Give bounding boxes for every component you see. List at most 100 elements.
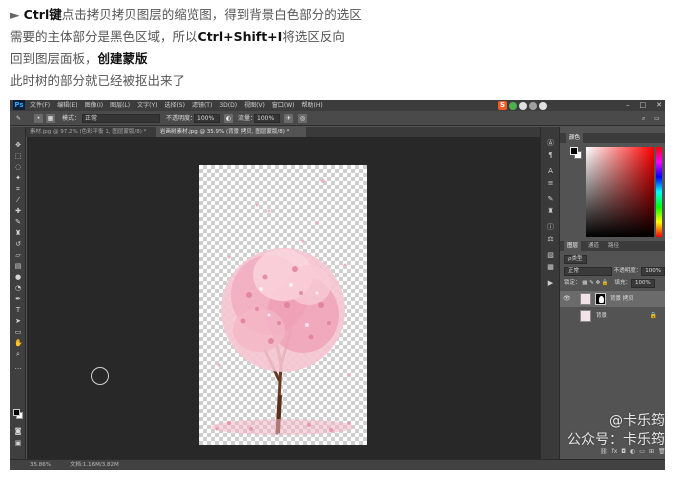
eyedropper-tool-icon[interactable]: ⁄: [14, 196, 22, 204]
sogou-ime-icon[interactable]: S: [498, 101, 507, 110]
opacity-input[interactable]: 100%: [194, 114, 220, 123]
brush-cursor-icon: [91, 367, 109, 385]
tab-layers[interactable]: 图层: [564, 241, 582, 251]
move-tool-icon[interactable]: ✥: [14, 141, 22, 149]
color-picker-field[interactable]: [586, 147, 654, 237]
watermark-account: 公众号：卡乐筠: [567, 432, 665, 448]
menu-3d[interactable]: 3D(D): [219, 100, 237, 111]
layer-thumbnail[interactable]: [580, 310, 591, 322]
shape-tool-icon[interactable]: ▭: [14, 328, 22, 336]
pressure-size-icon[interactable]: ◎: [298, 114, 307, 123]
layer-row[interactable]: 背景 🔒: [560, 308, 665, 324]
stamp-tool-icon[interactable]: ♜: [14, 229, 22, 237]
layer-mask-thumbnail[interactable]: [595, 293, 606, 305]
lasso-tool-icon[interactable]: ◌: [14, 163, 22, 171]
healing-tool-icon[interactable]: ✚: [14, 207, 22, 215]
menu-filter[interactable]: 滤镜(T): [192, 100, 212, 111]
ime-settings-icon[interactable]: [539, 101, 547, 110]
layer-name: 背景: [596, 313, 608, 319]
mode-select[interactable]: 正常: [82, 114, 160, 123]
instruction-line-3: 回到图层面板，创建蒙版: [10, 48, 670, 70]
layer-kind-filter[interactable]: ρ类型: [564, 255, 587, 264]
hue-slider[interactable]: [656, 147, 662, 237]
pen-tool-icon[interactable]: ✒: [14, 295, 22, 303]
lock-icons[interactable]: ▦ ✎ ✥ 🔒: [582, 280, 609, 286]
close-button[interactable]: ✕: [656, 100, 662, 111]
blur-tool-icon[interactable]: ●: [14, 273, 22, 281]
layer-opacity-input[interactable]: 100%: [641, 267, 665, 276]
type-tool-icon[interactable]: T: [14, 306, 22, 314]
brush-preset-icon[interactable]: •: [34, 114, 43, 123]
menu-file[interactable]: 文件(F): [30, 100, 50, 111]
visibility-eye-icon[interactable]: 👁: [563, 295, 571, 302]
hand-tool-icon[interactable]: ✋: [14, 339, 23, 347]
paragraph-panel-icon[interactable]: ≡: [546, 179, 555, 188]
instruction-line-4: 此时树的部分就已经被抠出来了: [10, 70, 670, 92]
ime-keyboard-icon[interactable]: [529, 101, 537, 110]
menu-window[interactable]: 窗口(W): [272, 100, 295, 111]
canvas-workspace[interactable]: [27, 137, 540, 459]
timeline-panel-icon[interactable]: ▶: [546, 279, 555, 288]
tab-document-2[interactable]: 岩画树素材.jpg @ 35.9% (背景 拷贝, 图层蒙版/8) *: [156, 127, 306, 137]
character-panel-icon[interactable]: A: [546, 167, 555, 176]
brush-tool-icon[interactable]: ✎: [16, 114, 21, 123]
document-canvas[interactable]: [199, 165, 367, 445]
airbrush-icon[interactable]: ✈: [284, 114, 293, 123]
ime-toolbar[interactable]: S: [498, 101, 558, 110]
gradient-tool-icon[interactable]: ▤: [14, 262, 22, 270]
actions-panel-icon[interactable]: ¶: [546, 151, 555, 160]
clone-source-icon[interactable]: ♜: [546, 207, 555, 216]
fill-input[interactable]: 100%: [631, 279, 655, 288]
quick-mask-icon[interactable]: ◙: [14, 427, 22, 435]
swatches-panel-icon[interactable]: ▦: [546, 263, 555, 272]
brush-tool-icon[interactable]: ✎: [14, 218, 22, 226]
menu-help[interactable]: 帮助(H): [302, 100, 323, 111]
screen-mode-icon[interactable]: ▣: [14, 439, 22, 447]
watermark-handle: @卡乐筠: [609, 413, 665, 429]
layer-thumbnail[interactable]: [580, 293, 591, 305]
zoom-level[interactable]: 35.86%: [30, 460, 51, 470]
flow-input[interactable]: 100%: [254, 114, 280, 123]
brush-settings-icon[interactable]: ✎: [546, 195, 555, 204]
adjustments-panel-icon[interactable]: ⚖: [546, 235, 555, 244]
tab-paths[interactable]: 路径: [608, 241, 619, 251]
more-tools-icon[interactable]: …: [14, 363, 22, 371]
dodge-tool-icon[interactable]: ◔: [14, 284, 22, 292]
watermark: @卡乐筠 公众号：卡乐筠: [493, 412, 665, 450]
workspace-icon[interactable]: ▭: [654, 114, 660, 123]
minimize-button[interactable]: –: [626, 100, 630, 111]
pressure-opacity-icon[interactable]: ◐: [224, 114, 233, 123]
eraser-tool-icon[interactable]: ▱: [14, 251, 22, 259]
layer-row[interactable]: 👁 背景 拷贝: [560, 291, 665, 307]
shortcut-text: Ctrl+Shift+I: [197, 29, 283, 44]
marquee-tool-icon[interactable]: ⬚: [14, 152, 22, 160]
crop-tool-icon[interactable]: ⌗: [14, 185, 22, 193]
styles-panel-icon[interactable]: ▧: [546, 251, 555, 260]
foreground-color-swatch[interactable]: [13, 409, 20, 416]
zoom-tool-icon[interactable]: ⌕: [14, 350, 22, 358]
brush-panel-icon[interactable]: ▦: [46, 114, 55, 123]
properties-panel-icon[interactable]: ⓘ: [546, 223, 555, 232]
layer-name: 背景 拷贝: [610, 296, 634, 302]
path-select-tool-icon[interactable]: ➤: [14, 317, 22, 325]
history-brush-tool-icon[interactable]: ↺: [14, 240, 22, 248]
quick-select-tool-icon[interactable]: ✦: [14, 174, 22, 182]
menu-type[interactable]: 文字(Y): [137, 100, 157, 111]
tab-color[interactable]: 颜色: [566, 133, 584, 143]
lock-icon: 🔒: [649, 312, 657, 319]
search-icon[interactable]: ⌕: [642, 114, 645, 123]
ime-mode-icon[interactable]: [509, 101, 517, 110]
menu-image[interactable]: 图像(I): [85, 100, 103, 111]
tab-channels[interactable]: 通道: [588, 241, 599, 251]
history-panel-icon[interactable]: Ⓐ: [546, 139, 555, 148]
menu-edit[interactable]: 编辑(E): [57, 100, 77, 111]
blend-mode-select[interactable]: 正常: [564, 267, 612, 276]
window-controls: – □ ✕: [626, 100, 662, 111]
maximize-button[interactable]: □: [640, 100, 647, 111]
color-panel-foreground-swatch[interactable]: [570, 147, 578, 155]
tab-document-1[interactable]: 素材.jpg @ 97.2% (色彩平衡 1, 图层蒙版/8) *: [26, 127, 154, 137]
menu-layer[interactable]: 图层(L): [110, 100, 130, 111]
ime-emoji-icon[interactable]: [519, 101, 527, 110]
menu-view[interactable]: 视图(V): [244, 100, 265, 111]
menu-select[interactable]: 选择(S): [164, 100, 185, 111]
